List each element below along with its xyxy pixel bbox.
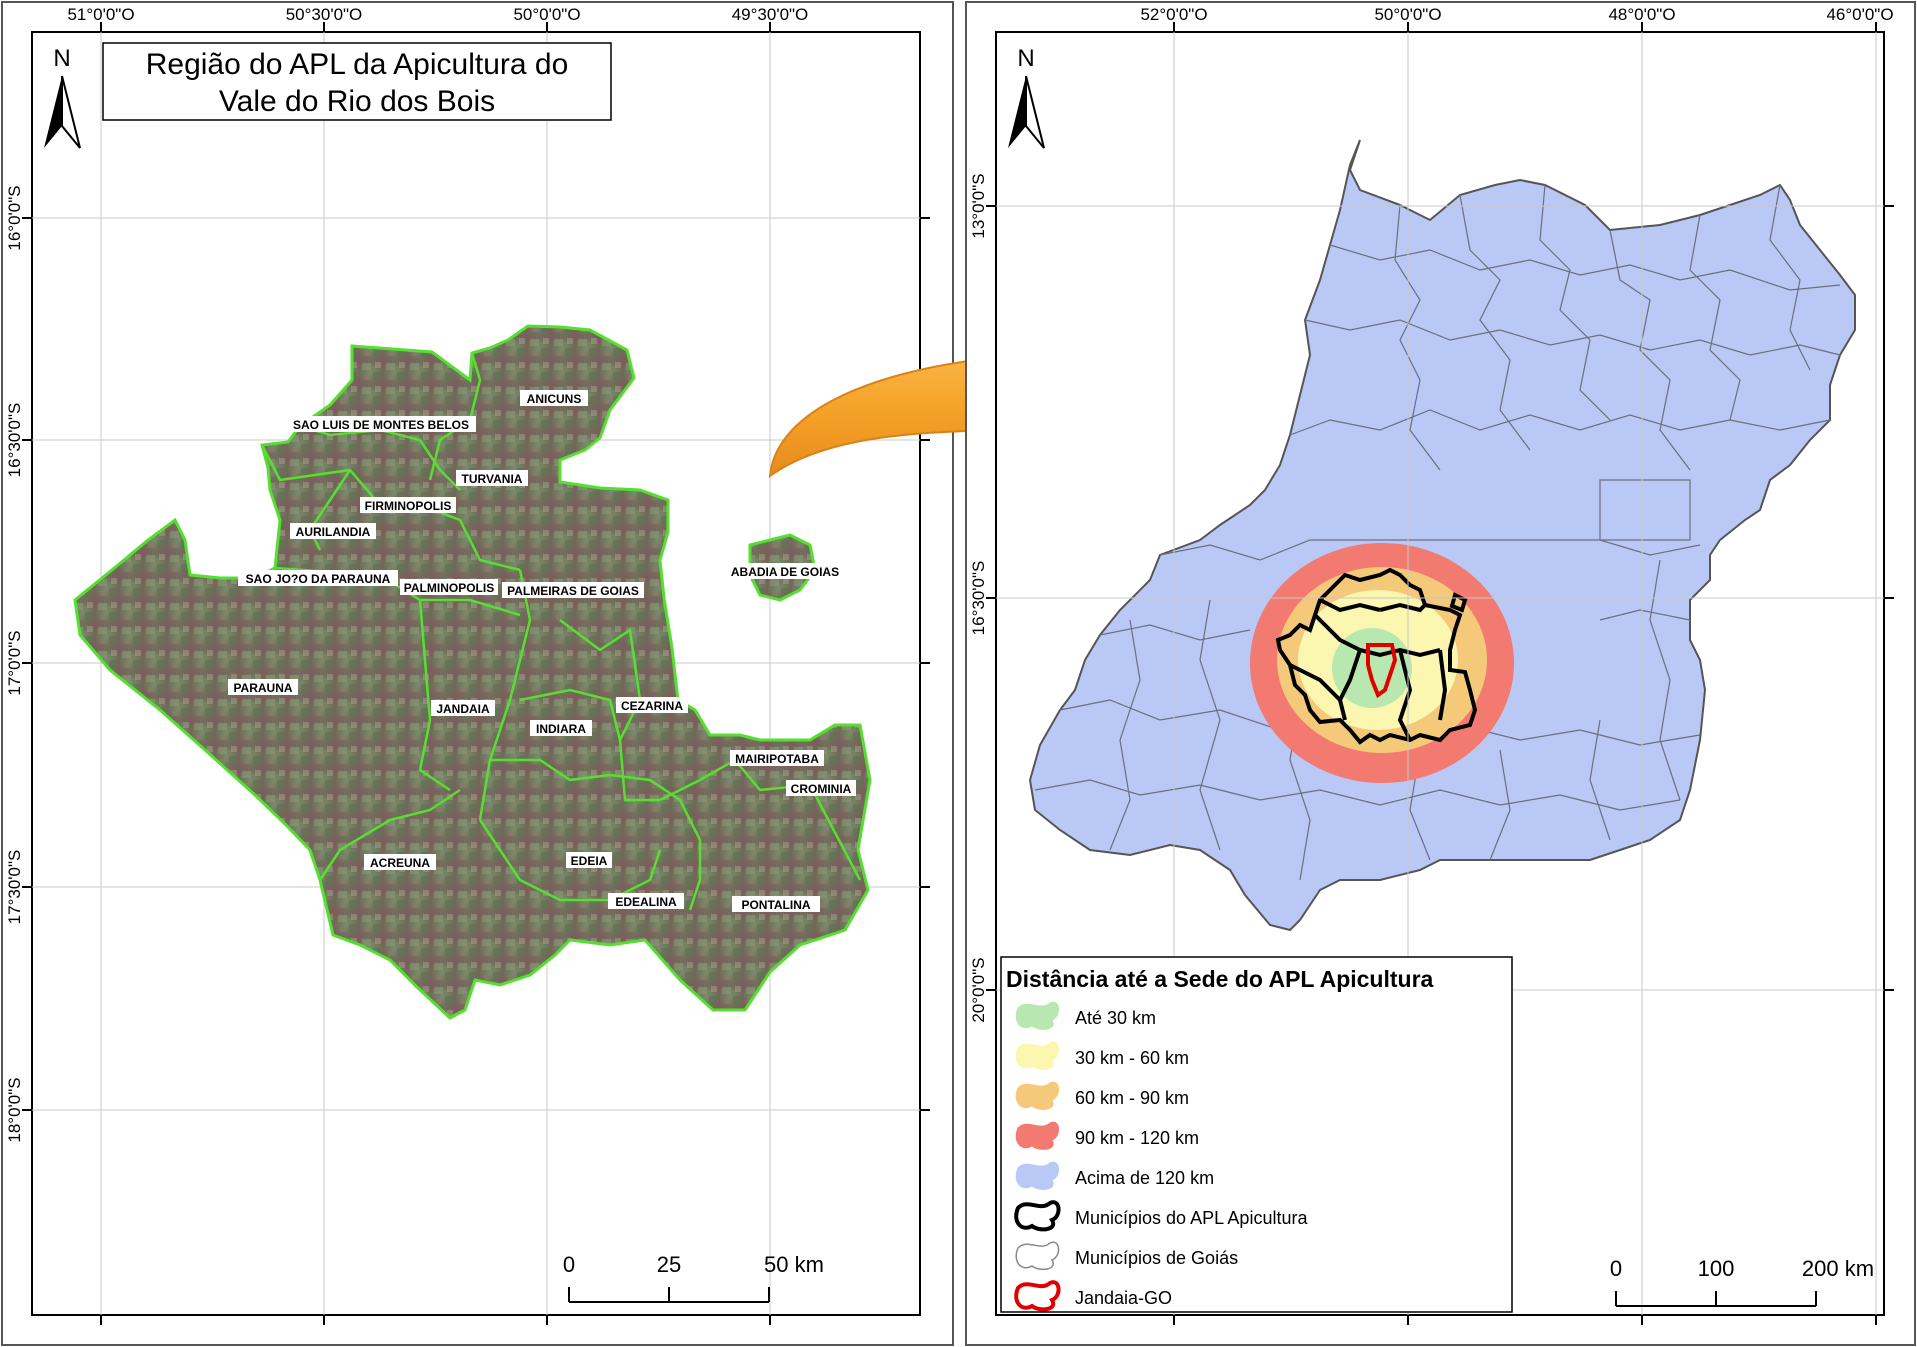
- legend-title: Distância até a Sede do APL Apicultura: [1006, 966, 1434, 992]
- legend-swatch-icon: [1015, 1161, 1059, 1190]
- lat-label: 17°30'0"S: [5, 850, 24, 925]
- municipality-label: FIRMINOPOLIS: [365, 499, 452, 513]
- svg-text:N: N: [1017, 45, 1034, 72]
- svg-text:25: 25: [657, 1252, 681, 1277]
- municipality-label: SAO LUIS DE MONTES BELOS: [293, 418, 469, 432]
- svg-text:Jandaia-GO: Jandaia-GO: [1075, 1288, 1172, 1308]
- map-title: Região do APL da Apicultura do Vale do R…: [102, 42, 612, 121]
- municipality-label: SAO JO?O DA PARAUNA: [246, 572, 391, 586]
- svg-text:Até 30 km: Até 30 km: [1075, 1008, 1156, 1028]
- municipality-label: EDEIA: [571, 854, 608, 868]
- svg-text:0: 0: [1610, 1256, 1622, 1281]
- municipality-label: PALMEIRAS DE GOIAS: [507, 584, 639, 598]
- right-map-panel: 52°0'0"O 50°0'0"O 48°0'0"O 46°0'0"O 13°0…: [965, 1, 1916, 1346]
- svg-text:100: 100: [1698, 1256, 1735, 1281]
- svg-text:50 km: 50 km: [764, 1252, 824, 1277]
- lon-label: 51°0'0"O: [67, 5, 134, 24]
- lon-label: 48°0'0"O: [1608, 5, 1675, 24]
- lat-label: 16°30'0"S: [5, 403, 24, 478]
- svg-text:Municípios de Goiás: Municípios de Goiás: [1075, 1248, 1238, 1268]
- municipality-label: AURILANDIA: [296, 525, 371, 539]
- svg-text:200 km: 200 km: [1802, 1256, 1874, 1281]
- map-canvas: 51°0'0"O 50°30'0"O 50°0'0"O 49°30'0"O 16…: [1, 1, 1916, 1346]
- svg-text:90 km - 120 km: 90 km - 120 km: [1075, 1128, 1199, 1148]
- municipality-label: EDEALINA: [615, 895, 677, 909]
- lat-label: 17°0'0"S: [5, 630, 24, 695]
- legend-swatch-icon: [1015, 1081, 1059, 1110]
- svg-text:60 km - 90 km: 60 km - 90 km: [1075, 1088, 1189, 1108]
- left-map-panel: 51°0'0"O 50°30'0"O 50°0'0"O 49°30'0"O 16…: [1, 1, 954, 1346]
- lon-label: 50°30'0"O: [286, 5, 363, 24]
- legend-swatch-icon: [1015, 1041, 1059, 1070]
- lat-label: 16°30'0"S: [969, 561, 988, 636]
- lon-label: 50°0'0"O: [513, 5, 580, 24]
- svg-text:0: 0: [563, 1252, 575, 1277]
- municipality-label: ABADIA DE GOIAS: [731, 565, 839, 579]
- svg-text:Região do APL da Apicultura do: Região do APL da Apicultura do: [146, 48, 569, 81]
- lon-label: 50°0'0"O: [1374, 5, 1441, 24]
- legend-swatch-icon: [1015, 1121, 1059, 1150]
- municipality-label: TURVANIA: [462, 472, 523, 486]
- lat-label: 16°0'0"S: [5, 185, 24, 250]
- municipality-label: CEZARINA: [621, 699, 683, 713]
- lon-label: 46°0'0"O: [1826, 5, 1893, 24]
- municipality-label: PARAUNA: [233, 681, 292, 695]
- municipality-label: JANDAIA: [436, 702, 490, 716]
- svg-text:N: N: [53, 45, 70, 72]
- lat-label: 20°0'0"S: [969, 957, 988, 1022]
- lon-label: 52°0'0"O: [1140, 5, 1207, 24]
- municipality-label: CROMINIA: [791, 782, 852, 796]
- municipality-label: ACREUNA: [370, 856, 430, 870]
- municipality-label: ANICUNS: [527, 392, 582, 406]
- lat-label: 13°0'0"S: [969, 173, 988, 238]
- municipality-label: PONTALINA: [741, 898, 810, 912]
- map-legend: Distância até a Sede do APL Apicultura A…: [1000, 956, 1513, 1313]
- svg-text:Vale do Rio dos Bois: Vale do Rio dos Bois: [219, 85, 495, 118]
- municipality-label: PALMINOPOLIS: [404, 581, 494, 595]
- svg-text:30 km - 60 km: 30 km - 60 km: [1075, 1048, 1189, 1068]
- svg-text:Municípios do APL Apicultura: Municípios do APL Apicultura: [1075, 1208, 1308, 1228]
- lat-label: 18°0'0"S: [5, 1077, 24, 1142]
- svg-text:Acima de 120 km: Acima de 120 km: [1075, 1168, 1214, 1188]
- municipality-label: INDIARA: [536, 722, 586, 736]
- lon-label: 49°30'0"O: [732, 5, 809, 24]
- municipality-label: MAIRIPOTABA: [735, 752, 819, 766]
- legend-swatch-icon: [1015, 1001, 1059, 1030]
